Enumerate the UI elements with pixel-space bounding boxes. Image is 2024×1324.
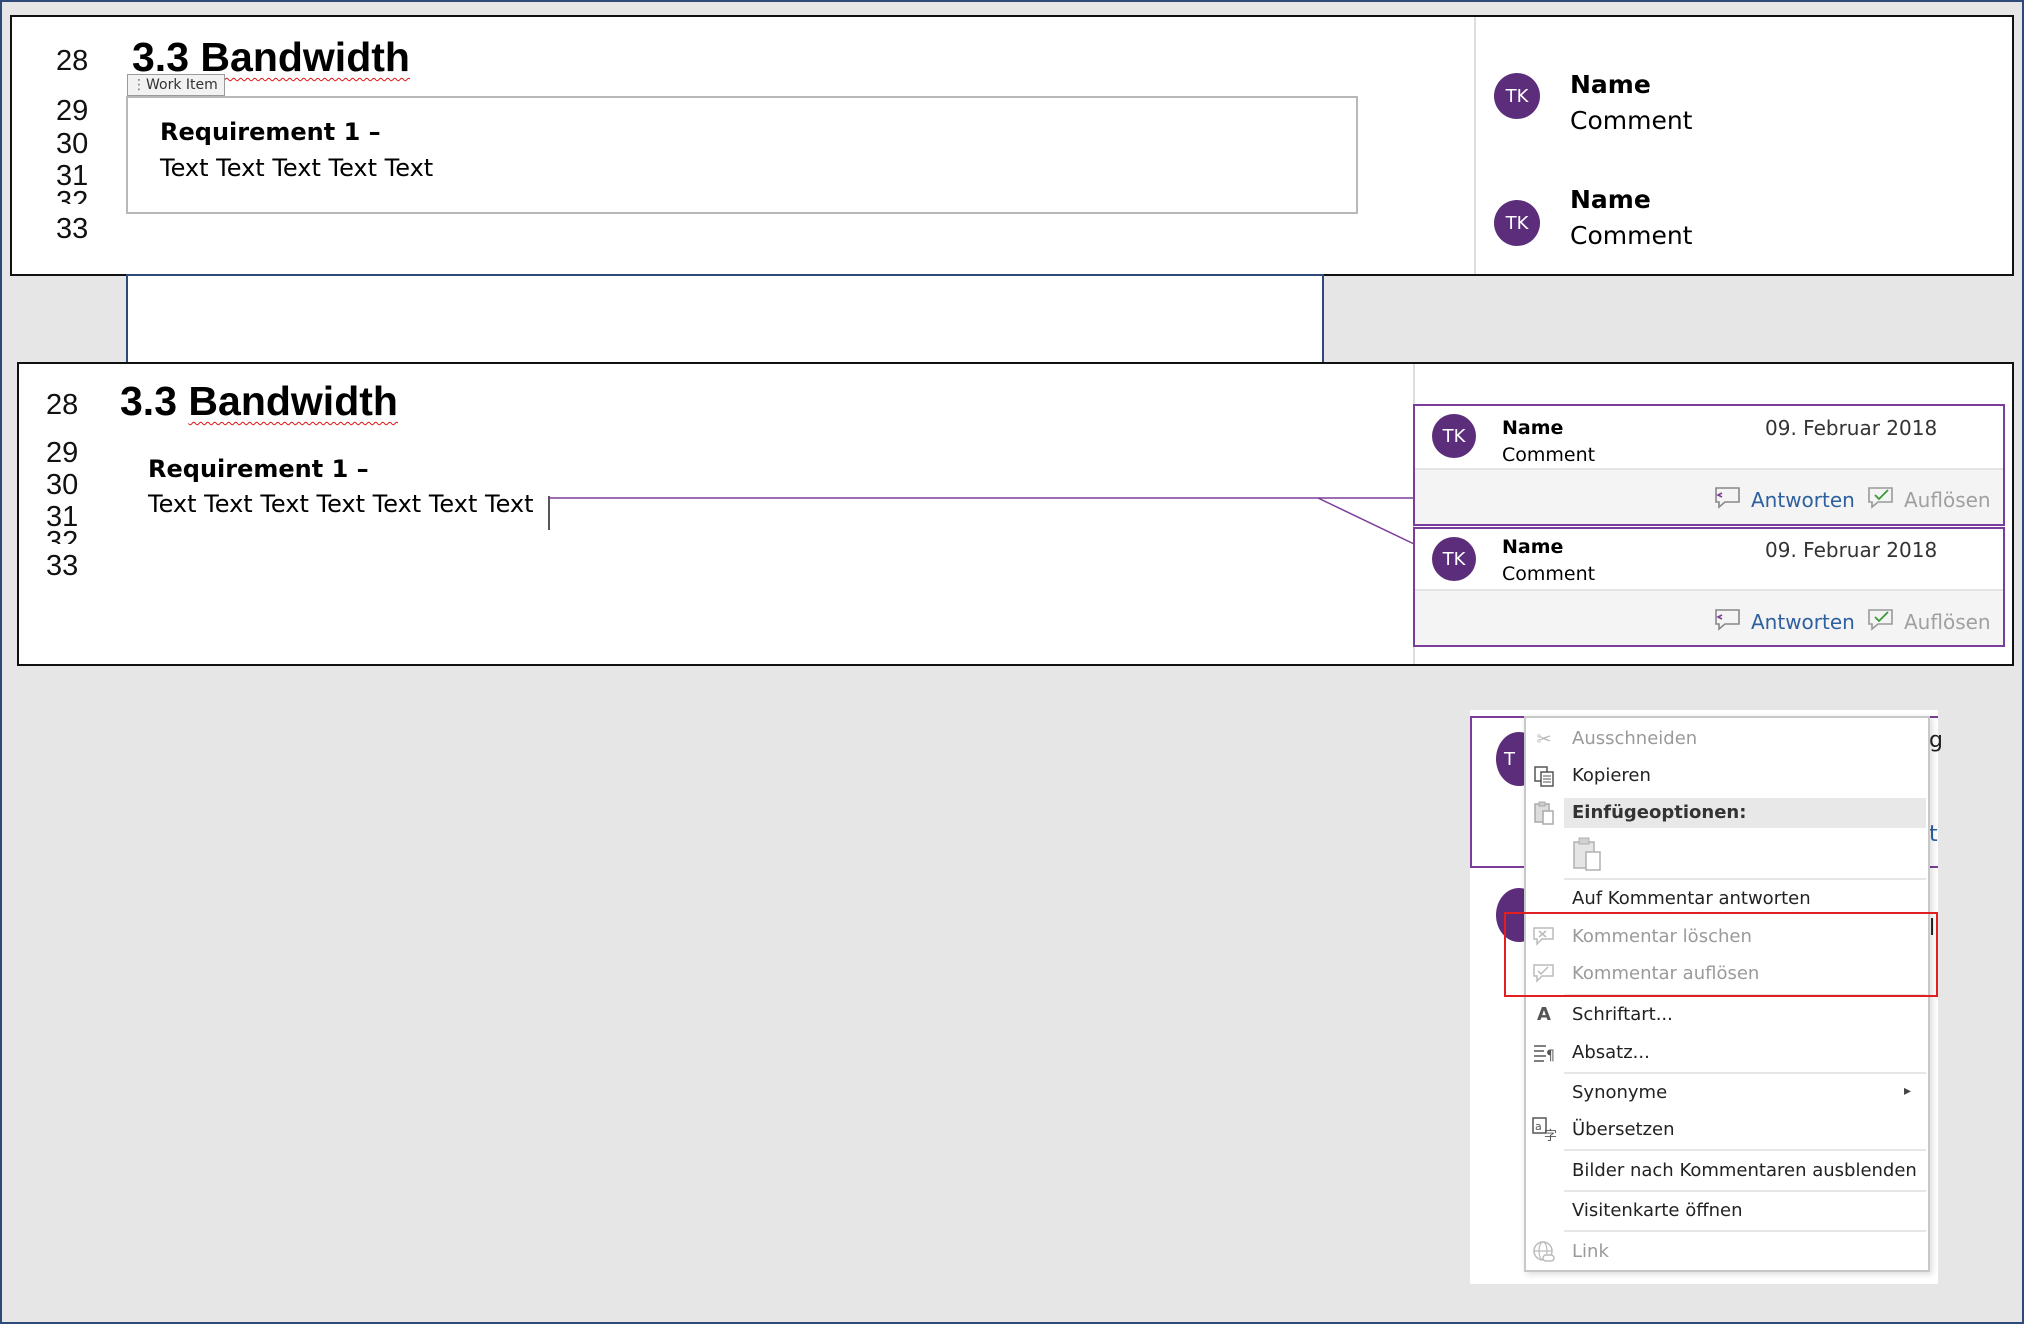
comment-text[interactable]: Comment (1502, 563, 1595, 585)
highlight-box (1504, 912, 1938, 997)
menu-item-translate[interactable]: Übersetzen (1572, 1119, 1675, 1140)
menu-separator (1564, 1072, 1926, 1074)
behind-char: g (1929, 728, 1943, 753)
comment-date: 09. Februar 2018 (1765, 416, 1938, 440)
menu-item-contact-card[interactable]: Visitenkarte öffnen (1572, 1200, 1743, 1221)
avatar[interactable]: TK (1432, 414, 1476, 458)
copy-icon (1530, 762, 1558, 790)
menu-separator (1564, 878, 1926, 880)
reply-button[interactable]: Antworten (1713, 606, 1855, 637)
paste-options-header: Einfügeoptionen: (1572, 802, 1747, 823)
resolve-button[interactable]: Auflösen (1866, 606, 1991, 637)
menu-item-paragraph[interactable]: Absatz... (1572, 1042, 1650, 1063)
menu-item-hide-pictures[interactable]: Bilder nach Kommentaren ausblenden (1572, 1160, 1917, 1181)
resolve-button[interactable]: Auflösen (1866, 484, 1991, 515)
scissors-icon: ✂ (1536, 728, 1552, 750)
paste-keep-format-icon[interactable] (1570, 836, 1604, 879)
menu-item-reply-comment[interactable]: Auf Kommentar antworten (1572, 888, 1811, 909)
translate-icon: a字 (1530, 1115, 1558, 1143)
submenu-arrow-icon: ▸ (1904, 1083, 1912, 1099)
avatar[interactable]: TK (1432, 537, 1476, 581)
svg-text:a: a (1535, 1120, 1542, 1133)
clipboard-icon (1530, 799, 1558, 827)
comment-text[interactable]: Comment (1502, 444, 1595, 466)
menu-item-font[interactable]: Schriftart... (1572, 1004, 1673, 1025)
behind-char: t (1929, 822, 1938, 847)
menu-item-synonyms[interactable]: Synonyme (1572, 1082, 1667, 1103)
link-icon (1530, 1238, 1558, 1266)
menu-item-link[interactable]: Link (1572, 1241, 1609, 1262)
reply-button[interactable]: Antworten (1713, 484, 1855, 515)
paragraph-icon: ¶ (1530, 1039, 1558, 1067)
comment-date: 09. Februar 2018 (1765, 538, 1938, 562)
menu-separator (1564, 1190, 1926, 1192)
reply-icon (1713, 484, 1743, 515)
menu-separator (1564, 1230, 1926, 1232)
svg-text:¶: ¶ (1546, 1048, 1555, 1064)
menu-item-copy[interactable]: Kopieren (1572, 765, 1651, 786)
reply-icon (1713, 606, 1743, 637)
resolve-icon (1866, 484, 1896, 515)
menu-separator (1564, 1149, 1926, 1151)
menu-item-cut[interactable]: Ausschneiden (1572, 728, 1697, 749)
resolve-icon (1866, 606, 1896, 637)
comment-author: Name (1502, 536, 1564, 558)
comment-author: Name (1502, 417, 1564, 439)
svg-text:字: 字 (1544, 1129, 1557, 1142)
font-icon: A (1537, 1003, 1551, 1025)
